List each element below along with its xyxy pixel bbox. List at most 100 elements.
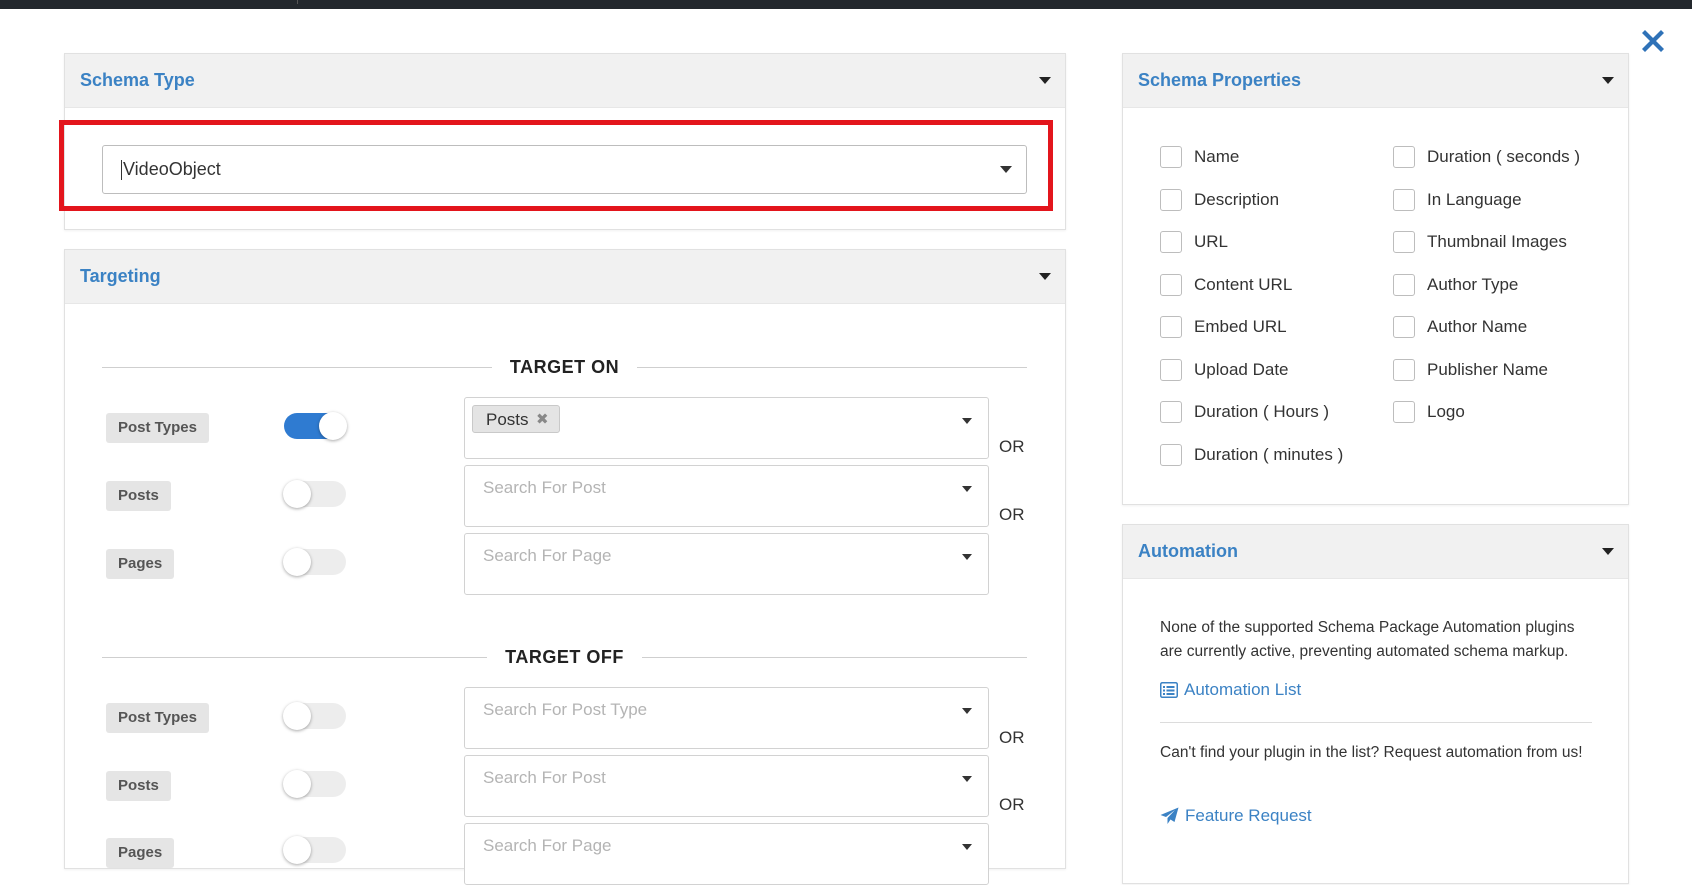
property-author-name[interactable]: Author Name xyxy=(1393,316,1527,338)
checkbox[interactable] xyxy=(1160,444,1182,466)
checkbox[interactable] xyxy=(1160,359,1182,381)
target-off-posts-toggle[interactable] xyxy=(283,770,346,798)
checkbox[interactable] xyxy=(1393,231,1415,253)
property-author-type[interactable]: Author Type xyxy=(1393,274,1518,296)
target-on-label: TARGET ON xyxy=(509,356,620,377)
checkbox[interactable] xyxy=(1393,316,1415,338)
property-duration-seconds[interactable]: Duration ( seconds ) xyxy=(1393,146,1580,168)
property-label: Embed URL xyxy=(1194,317,1287,336)
property-label: Duration ( minutes ) xyxy=(1194,445,1344,464)
automation-request-text: Can't find your plugin in the list? Requ… xyxy=(1160,744,1583,761)
property-in-language[interactable]: In Language xyxy=(1393,189,1522,211)
property-label: Content URL xyxy=(1194,275,1293,294)
divider xyxy=(641,656,1027,658)
checkbox[interactable] xyxy=(1393,401,1415,423)
property-label: Author Type xyxy=(1427,275,1519,294)
feature-request-link[interactable]: Feature Request xyxy=(1160,806,1312,826)
targeting-title: Targeting xyxy=(80,266,161,286)
schema-type-value-wrap: VideoObject xyxy=(121,158,221,181)
property-name[interactable]: Name xyxy=(1160,146,1239,168)
search-placeholder: Search For Post Type xyxy=(483,700,648,719)
toggle-knob xyxy=(283,770,311,798)
target-on-pages-search[interactable]: Search For Page xyxy=(464,533,989,595)
checkbox[interactable] xyxy=(1393,274,1415,296)
search-placeholder: Search For Post xyxy=(483,768,606,787)
checkbox[interactable] xyxy=(1160,231,1182,253)
toggle-knob xyxy=(283,702,311,730)
target-off-post-types-label: Post Types xyxy=(106,703,209,733)
target-on-post-types-toggle[interactable] xyxy=(284,412,347,440)
caret-down-icon xyxy=(1000,166,1012,173)
checkbox[interactable] xyxy=(1160,189,1182,211)
feature-request-label: Feature Request xyxy=(1185,806,1312,825)
property-label: Duration ( seconds ) xyxy=(1427,147,1581,166)
property-label: Author Name xyxy=(1427,317,1528,336)
or-label: OR xyxy=(999,437,1025,456)
automation-notice: None of the supported Schema Package Aut… xyxy=(1160,619,1575,660)
target-on-posts-search[interactable]: Search For Post xyxy=(464,465,989,527)
target-on-pages-toggle[interactable] xyxy=(283,548,346,576)
property-label: Description xyxy=(1194,190,1280,209)
search-placeholder: Search For Post xyxy=(483,478,606,497)
checkbox[interactable] xyxy=(1160,274,1182,296)
property-label: Publisher Name xyxy=(1427,360,1548,379)
property-label: In Language xyxy=(1427,190,1522,209)
target-off-post-types-toggle[interactable] xyxy=(283,702,346,730)
schema-type-title: Schema Type xyxy=(80,70,195,90)
target-on-post-types-select[interactable]: Posts ✖ xyxy=(464,397,989,459)
property-url[interactable]: URL xyxy=(1160,231,1228,253)
property-thumbnail-images[interactable]: Thumbnail Images xyxy=(1393,231,1567,253)
checkbox[interactable] xyxy=(1393,359,1415,381)
property-embed-url[interactable]: Embed URL xyxy=(1160,316,1287,338)
checkbox[interactable] xyxy=(1160,316,1182,338)
checkbox[interactable] xyxy=(1393,189,1415,211)
checkbox[interactable] xyxy=(1160,401,1182,423)
caret-down-icon xyxy=(962,708,972,714)
targeting-header[interactable]: Targeting xyxy=(65,250,1065,304)
divider xyxy=(1160,722,1592,723)
automation-header[interactable]: Automation xyxy=(1123,525,1628,579)
target-off-posts-search[interactable]: Search For Post xyxy=(464,755,989,817)
target-on-posts-toggle[interactable] xyxy=(283,480,346,508)
target-on-post-types-label: Post Types xyxy=(106,413,209,443)
caret-down-icon xyxy=(962,776,972,782)
property-upload-date[interactable]: Upload Date xyxy=(1160,359,1289,381)
toggle-knob xyxy=(283,548,311,576)
checkbox[interactable] xyxy=(1393,146,1415,168)
schema-type-select[interactable]: VideoObject xyxy=(102,145,1027,194)
remove-chip-icon[interactable]: ✖ xyxy=(536,406,549,434)
caret-down-icon xyxy=(962,418,972,424)
divider xyxy=(637,366,1028,368)
property-description[interactable]: Description xyxy=(1160,189,1279,211)
property-duration-minutes[interactable]: Duration ( minutes ) xyxy=(1160,444,1343,466)
property-label: Upload Date xyxy=(1194,360,1289,379)
target-off-pages-toggle[interactable] xyxy=(283,836,346,864)
property-label: Thumbnail Images xyxy=(1427,232,1567,251)
caret-down-icon xyxy=(962,554,972,560)
admin-top-bar xyxy=(0,0,1692,9)
automation-list-link[interactable]: Automation List xyxy=(1160,680,1301,700)
caret-down-icon xyxy=(1039,77,1051,84)
property-content-url[interactable]: Content URL xyxy=(1160,274,1292,296)
target-on-posts-label: Posts xyxy=(106,481,171,511)
caret-down-icon xyxy=(1602,548,1614,555)
target-off-posts-label: Posts xyxy=(106,771,171,801)
schema-type-header[interactable]: Schema Type xyxy=(65,54,1065,108)
caret-down-icon xyxy=(1039,273,1051,280)
property-publisher-name[interactable]: Publisher Name xyxy=(1393,359,1548,381)
top-bar-divider xyxy=(297,0,298,4)
close-button[interactable] xyxy=(1636,24,1670,58)
search-placeholder: Search For Page xyxy=(483,546,612,565)
property-duration-hours[interactable]: Duration ( Hours ) xyxy=(1160,401,1329,423)
schema-properties-header[interactable]: Schema Properties xyxy=(1123,54,1628,108)
property-logo[interactable]: Logo xyxy=(1393,401,1465,423)
target-off-pages-search[interactable]: Search For Page xyxy=(464,823,989,885)
target-off-post-types-search[interactable]: Search For Post Type xyxy=(464,687,989,749)
schema-type-value: VideoObject xyxy=(123,158,221,179)
property-label: Duration ( Hours ) xyxy=(1194,402,1330,421)
caret-down-icon xyxy=(1602,77,1614,84)
target-on-heading: TARGET ON xyxy=(102,356,1028,377)
or-label: OR xyxy=(999,795,1025,814)
checkbox[interactable] xyxy=(1160,146,1182,168)
or-label: OR xyxy=(999,728,1025,747)
